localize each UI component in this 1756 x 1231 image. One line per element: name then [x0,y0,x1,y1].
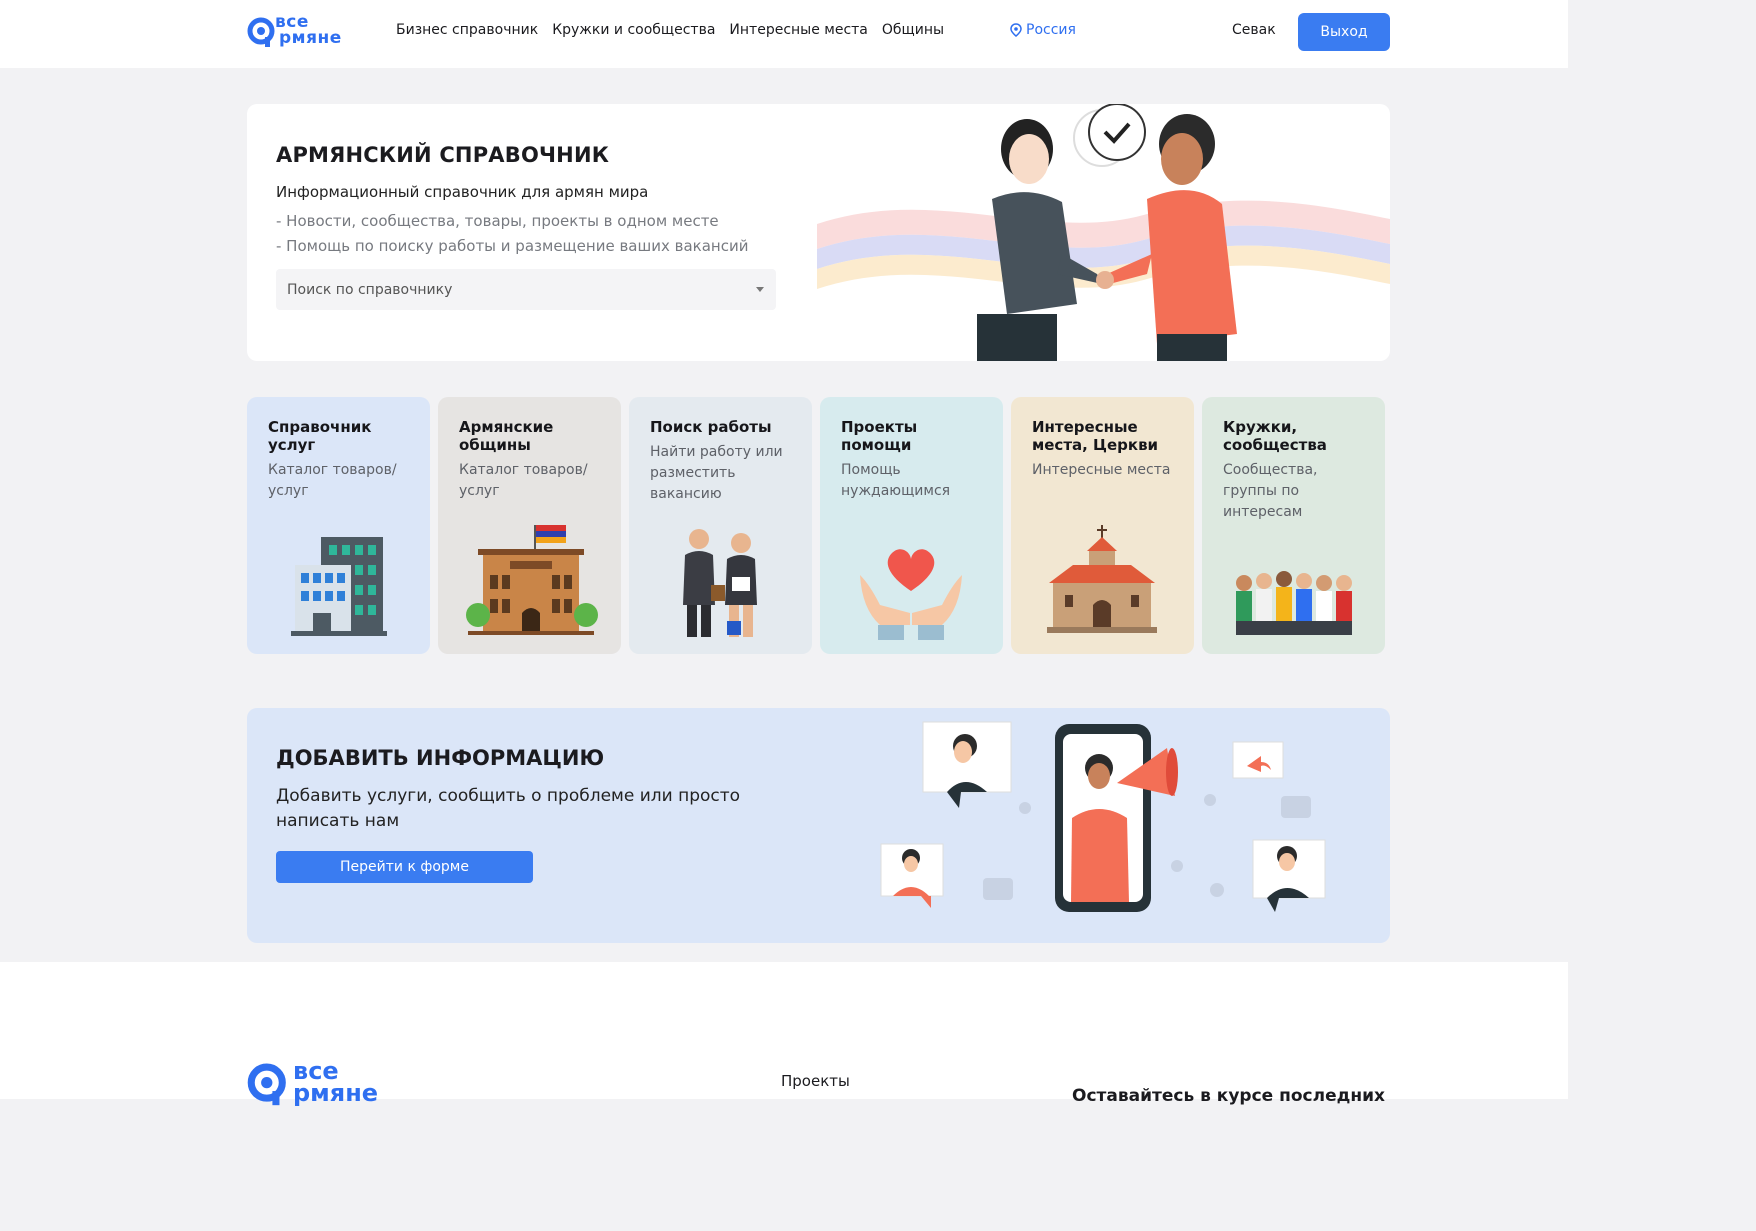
job-seekers-icon [683,529,757,637]
card-title: Интересные места, Церкви [1032,418,1159,454]
nav-interesting-places[interactable]: Интересные места [729,22,867,38]
directory-search-select[interactable]: Поиск по справочнику [276,269,776,310]
footer-newsletter-heading: Оставайтесь в курсе последних [1072,1086,1385,1106]
megaphone-illustration [880,721,1326,912]
card-title: Поиск работы [650,418,772,436]
nav-communities[interactable]: Общины [882,22,944,38]
search-placeholder: Поиск по справочнику [287,281,453,298]
office-building-icon [291,537,387,636]
logo-icon [247,1063,286,1106]
hero-feature-2: - Помощь по поиску работы и размещение в… [276,237,749,255]
footer: все рмяне Проекты Оставайтесь в курсе по… [0,962,1568,1106]
card-description: Интересные места [1032,462,1171,478]
logout-button[interactable]: Выход [1298,13,1390,51]
location-pin-icon [1010,23,1022,37]
footer-logo-wordmark: все рмяне [293,1059,379,1107]
card-title: Справочник услуг [268,418,372,454]
card-clubs-communities[interactable]: Кружки, сообщества Сообщества, группы по… [1202,397,1385,654]
group-people-icon [1236,571,1352,635]
add-info-text: Добавить услуги, сообщить о проблеме или… [276,786,741,831]
handshake-illustration [817,104,1390,361]
card-description: Каталог товаров/ услуг [268,462,397,499]
top-header: все рмяне Бизнес справочник Кружки и соо… [0,0,1568,68]
heart-hands-icon [860,549,962,640]
card-title: Проекты помощи [841,418,918,454]
footer-projects-link[interactable]: Проекты [781,1072,850,1090]
hero-section: АРМЯНСКИЙ СПРАВОЧНИК Информационный спра… [247,104,1390,361]
user-name[interactable]: Севак [1232,22,1276,38]
card-help-projects[interactable]: Проекты помощи Помощь нуждающимся [820,397,1003,654]
footer-logo-line2: рмяне [293,1079,379,1107]
card-description: Помощь нуждающимся [841,462,951,499]
card-interesting-places-churches[interactable]: Интересные места, Церкви Интересные мест… [1011,397,1194,654]
card-job-search[interactable]: Поиск работы Найти работу или разместить… [629,397,812,654]
go-to-form-button[interactable]: Перейти к форме [276,851,533,883]
category-cards: Справочник услуг Каталог товаров/ услуг … [247,397,1390,654]
add-info-title: ДОБАВИТЬ ИНФОРМАЦИЮ [276,746,605,770]
logo-line2: рмяне [279,28,342,48]
card-description: Найти работу или разместить вакансию [650,444,783,502]
nav-business-directory[interactable]: Бизнес справочник [396,22,538,38]
region-selector[interactable]: Россия [1010,22,1076,38]
footer-logo[interactable]: все рмяне [247,1059,417,1110]
community-building-icon [466,525,598,635]
main-nav: Бизнес справочник Кружки и сообщества Ин… [396,22,944,38]
site-logo[interactable]: все рмяне [247,14,357,50]
card-title: Армянские общины [459,418,554,454]
card-description: Каталог товаров/ услуг [459,462,588,499]
hero-title: АРМЯНСКИЙ СПРАВОЧНИК [276,143,610,167]
nav-clubs-communities[interactable]: Кружки и сообщества [552,22,715,38]
add-info-section: ДОБАВИТЬ ИНФОРМАЦИЮ Добавить услуги, соо… [247,708,1390,943]
church-icon [1047,525,1157,633]
hero-subtitle: Информационный справочник для армян мира [276,183,649,201]
hero-feature-1: - Новости, сообщества, товары, проекты в… [276,212,719,230]
region-label: Россия [1026,22,1076,38]
card-description: Сообщества, группы по интересам [1223,462,1318,520]
chevron-down-icon [756,287,764,292]
card-title: Кружки, сообщества [1223,418,1327,454]
logo-wordmark: все рмяне [275,14,342,48]
card-armenian-communities[interactable]: Армянские общины Каталог товаров/ услуг [438,397,621,654]
card-services-directory[interactable]: Справочник услуг Каталог товаров/ услуг [247,397,430,654]
